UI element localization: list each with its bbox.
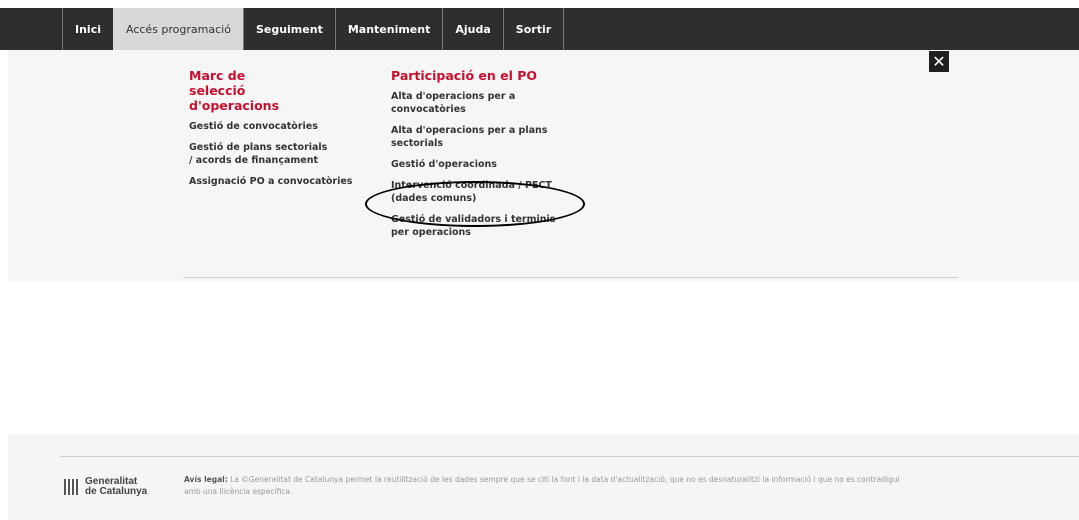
legal-notice: Avís legal: La ©Generalitat de Catalunya… — [184, 474, 904, 498]
menu-column-title: Participació en el PO — [391, 68, 538, 83]
dropdown-divider — [183, 277, 958, 278]
menu-link-gestio-validadors[interactable]: Gestió de validadors i terminis per oper… — [391, 213, 561, 239]
legal-notice-text: La ©Generalitat de Catalunya permet la r… — [184, 475, 900, 496]
footer-divider — [60, 456, 1079, 457]
dropdown-panel: Marc de selecció d'operacions Gestió de … — [8, 50, 1079, 282]
nav-acces-programacio[interactable]: Accés programació — [113, 8, 243, 50]
logo-line-2: de Catalunya — [85, 486, 148, 497]
main-nav: Inici Accés programació Seguiment Manten… — [62, 8, 565, 50]
generalitat-emblem-icon — [64, 479, 80, 495]
legal-notice-label[interactable]: Avís legal: — [184, 475, 228, 484]
generalitat-logo[interactable]: Generalitat de Catalunya — [64, 477, 147, 497]
menu-column-participacio: Participació en el PO Alta d'operacions … — [391, 68, 571, 247]
nav-inici[interactable]: Inici — [62, 8, 113, 50]
nav-seguiment[interactable]: Seguiment — [242, 8, 335, 50]
nav-ajuda[interactable]: Ajuda — [442, 8, 502, 50]
nav-manteniment[interactable]: Manteniment — [334, 8, 443, 50]
menu-link-gestio-operacions[interactable]: Gestió d'operacions — [391, 158, 571, 171]
nav-sortir[interactable]: Sortir — [502, 8, 565, 50]
menu-link-alta-convocatories[interactable]: Alta d'operacions per a convocatòries — [391, 90, 531, 116]
menu-column-marc: Marc de selecció d'operacions Gestió de … — [189, 68, 359, 196]
menu-column-title: Marc de selecció d'operacions — [189, 68, 280, 113]
menu-link-gestio-convocatories[interactable]: Gestió de convocatòries — [189, 120, 359, 133]
menu-link-intervencio-coordinada[interactable]: Intervenció coordinada / PECT (dades com… — [391, 179, 561, 205]
footer: Generalitat de Catalunya Avís legal: La … — [8, 434, 1079, 520]
menu-link-gestio-plans[interactable]: Gestió de plans sectorials / acords de f… — [189, 141, 329, 167]
close-icon[interactable]: ✕ — [929, 51, 949, 72]
menu-link-assignacio-po[interactable]: Assignació PO a convocatòries — [189, 175, 359, 188]
top-navigation-bar: Inici Accés programació Seguiment Manten… — [0, 8, 1079, 50]
menu-link-alta-plans[interactable]: Alta d'operacions per a plans sectorials — [391, 124, 556, 150]
